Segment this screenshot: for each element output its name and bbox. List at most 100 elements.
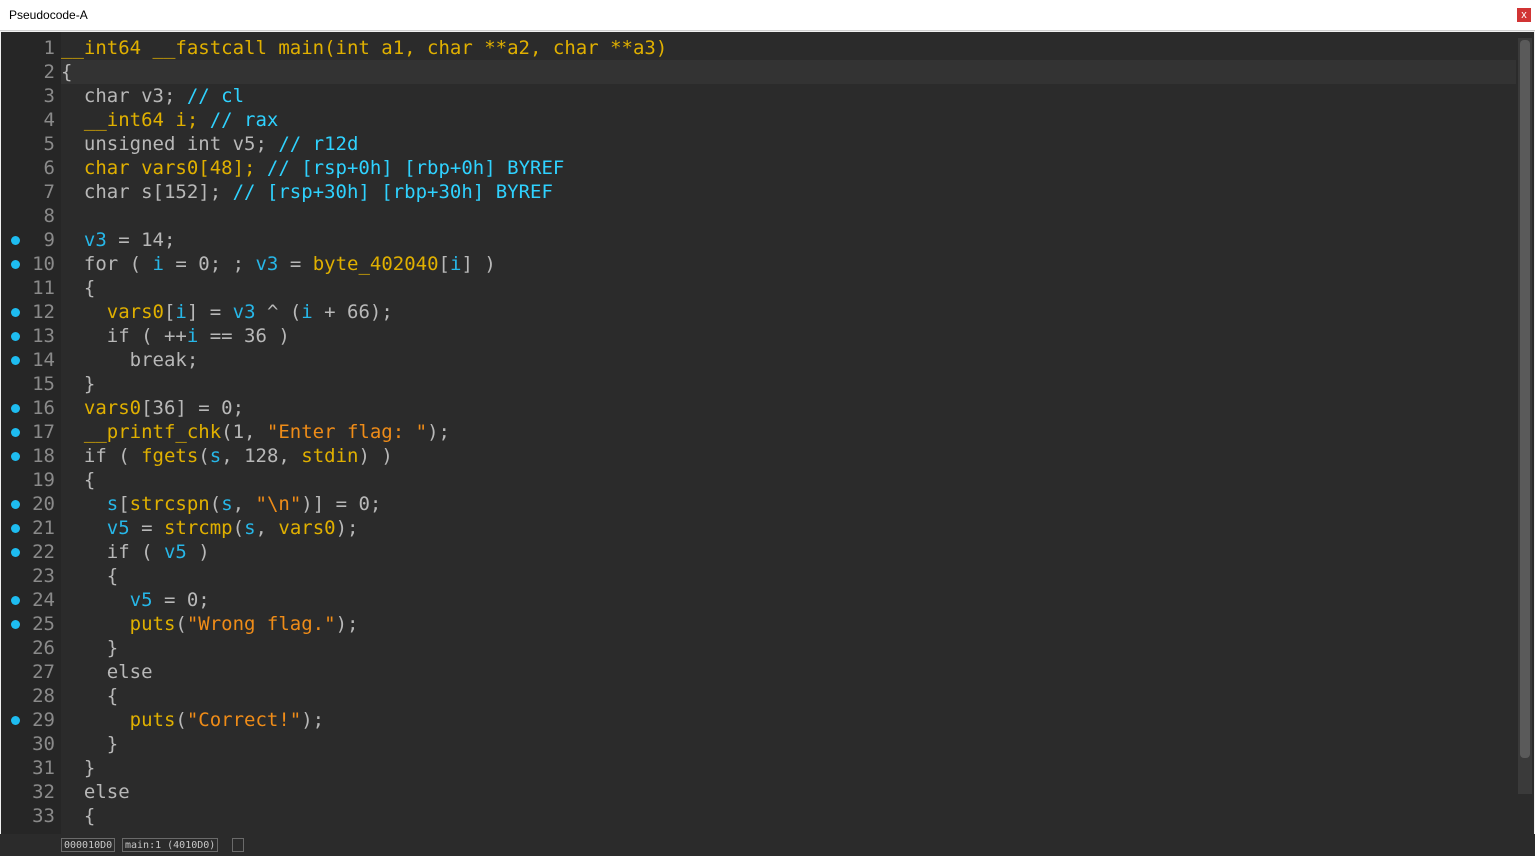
code-token: puts (61, 709, 176, 731)
code-line[interactable]: 16 vars0[36] = 0; (11, 396, 1516, 420)
breakpoint-dot-icon[interactable] (11, 404, 20, 413)
scrollbar-thumb[interactable] (1520, 40, 1530, 758)
code-token: vars0 (61, 397, 142, 419)
code-token: // cl (186, 85, 245, 107)
code-token: else (61, 781, 130, 803)
code-token: (1, (221, 421, 267, 443)
code-line[interactable]: 5 unsigned int v5; // r12d (44, 132, 1516, 156)
code-token: { (61, 277, 96, 299)
code-token: "\n" (255, 493, 302, 515)
code-token: ( (175, 709, 187, 731)
line-number: 21 (32, 517, 55, 539)
code-line[interactable]: 24 v5 = 0; (11, 588, 1516, 612)
line-number: 4 (43, 109, 55, 131)
code-token: if ( (61, 541, 164, 563)
code-line[interactable]: 15 } (32, 372, 1516, 396)
code-token: "Wrong flag." (186, 613, 336, 635)
pseudocode-editor[interactable]: 1 __int64 __fastcall main(int a1, char **… (1, 32, 1534, 834)
breakpoint-dot-icon[interactable] (11, 620, 20, 629)
code-token: ( (175, 613, 187, 635)
breakpoint-dot-icon[interactable] (11, 500, 20, 509)
breakpoint-dot-icon[interactable] (11, 548, 20, 557)
line-number: 8 (43, 205, 55, 227)
code-line[interactable]: 12 vars0[i] = v3 ^ (i + 66); (11, 300, 1516, 324)
line-number: 17 (32, 421, 55, 443)
code-line[interactable]: 7 char s[152]; // [rsp+30h] [rbp+30h] BY… (44, 180, 1516, 204)
code-line[interactable]: 8 (44, 204, 1516, 228)
code-token: v3 (232, 301, 256, 323)
code-line[interactable]: 17 __printf_chk(1, "Enter flag: "); (11, 420, 1516, 444)
code-area[interactable]: 1 __int64 __fastcall main(int a1, char **… (11, 36, 1516, 828)
code-token: } (61, 757, 96, 779)
close-icon[interactable]: x (1517, 8, 1531, 22)
vertical-scrollbar[interactable] (1518, 38, 1532, 794)
code-token: else (61, 661, 153, 683)
code-line[interactable]: 14 break; (11, 348, 1516, 372)
code-line[interactable]: 4 __int64 i; // rax (44, 108, 1516, 132)
breakpoint-dot-icon[interactable] (11, 452, 20, 461)
code-token: if ( (61, 445, 142, 467)
code-token: // r12d (278, 133, 359, 155)
code-line[interactable]: 1 __int64 __fastcall main(int a1, char **… (44, 36, 1516, 60)
code-line[interactable]: 18 if ( fgets(s, 128, stdin) ) (11, 444, 1516, 468)
line-number: 24 (32, 589, 55, 611)
code-line[interactable]: 30 } (32, 732, 1516, 756)
code-token: ( (232, 517, 245, 539)
code-token: } (61, 637, 119, 659)
breakpoint-dot-icon[interactable] (11, 716, 20, 725)
code-line[interactable]: 19 { (32, 468, 1516, 492)
code-token: s (221, 493, 233, 515)
line-number: 9 (43, 229, 55, 251)
line-number: 10 (32, 253, 55, 275)
code-token: for ( (61, 253, 153, 275)
line-number: 19 (32, 469, 55, 491)
code-token: { (61, 469, 96, 491)
code-line[interactable]: 23 { (32, 564, 1516, 588)
code-token: ); (335, 613, 359, 635)
code-token: ); (335, 517, 359, 539)
code-line[interactable]: 28 { (32, 684, 1516, 708)
status-location: main:1 (4010D0) (122, 838, 219, 852)
breakpoint-dot-icon[interactable] (11, 524, 20, 533)
code-line[interactable]: 6 char vars0[48]; // [rsp+0h] [rbp+0h] B… (44, 156, 1516, 180)
breakpoint-dot-icon[interactable] (11, 308, 20, 317)
line-number: 22 (32, 541, 55, 563)
code-line[interactable]: 13 if ( ++i == 36 ) (11, 324, 1516, 348)
code-line[interactable]: 26 } (32, 636, 1516, 660)
line-number: 30 (32, 733, 55, 755)
breakpoint-dot-icon[interactable] (11, 332, 20, 341)
code-line[interactable]: 10 for ( i = 0; ; v3 = byte_402040[i] ) (11, 252, 1516, 276)
code-line[interactable]: 3 char v3; // cl (44, 84, 1516, 108)
code-line[interactable]: 11 { (32, 276, 1516, 300)
code-line[interactable]: 29 puts("Correct!"); (11, 708, 1516, 732)
code-token: // [rsp+0h] [rbp+0h] BYREF (266, 157, 565, 179)
code-line[interactable]: 20 s[strcspn(s, "\n")] = 0; (11, 492, 1516, 516)
code-line[interactable]: 31 } (32, 756, 1516, 780)
code-line[interactable]: 2{ (44, 60, 1516, 84)
code-line[interactable]: 21 v5 = strcmp(s, vars0); (11, 516, 1516, 540)
code-token: unsigned int v5; (61, 133, 279, 155)
breakpoint-dot-icon[interactable] (11, 356, 20, 365)
code-line[interactable]: 27 else (32, 660, 1516, 684)
code-line[interactable]: 9 v3 = 14; (11, 228, 1516, 252)
code-token: = (278, 253, 313, 275)
line-number: 29 (32, 709, 55, 731)
code-token: // [rsp+30h] [rbp+30h] BYREF (232, 181, 553, 203)
code-token: "Correct!" (186, 709, 302, 731)
code-token: { (61, 61, 73, 83)
breakpoint-dot-icon[interactable] (11, 236, 20, 245)
line-number: 14 (32, 349, 55, 371)
breakpoint-dot-icon[interactable] (11, 260, 20, 269)
breakpoint-dot-icon[interactable] (11, 596, 20, 605)
code-token: i (186, 325, 199, 347)
breakpoint-dot-icon[interactable] (11, 428, 20, 437)
code-line[interactable]: 25 puts("Wrong flag."); (11, 612, 1516, 636)
line-number: 5 (43, 133, 55, 155)
code-line[interactable]: 32 else (32, 780, 1516, 804)
code-line[interactable]: 33 { (32, 804, 1516, 828)
line-number: 1 (43, 37, 55, 59)
code-line[interactable]: 22 if ( v5 ) (11, 540, 1516, 564)
line-number: 2 (43, 61, 55, 83)
code-token: ] = (186, 301, 233, 323)
code-token: __int64 i; (61, 109, 210, 131)
